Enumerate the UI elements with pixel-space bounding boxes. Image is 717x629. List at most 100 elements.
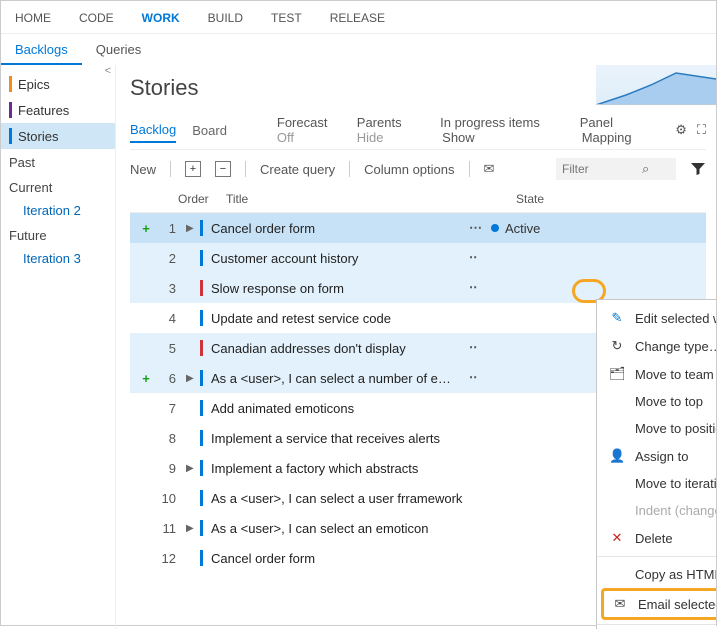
menu-move-to-iteration[interactable]: Move to iteration▸ — [597, 470, 716, 497]
expand-all-icon[interactable]: + — [185, 161, 201, 177]
row-state: Active — [505, 221, 540, 236]
inprogress-toggle[interactable]: In progress items Show — [440, 115, 564, 145]
forecast-toggle[interactable]: Forecast Off — [277, 115, 341, 145]
ellipsis-icon[interactable]: ⋅⋅ — [469, 370, 491, 386]
filter-box[interactable]: ⌕ — [556, 158, 676, 180]
sidebar-item-epics[interactable]: Epics — [1, 71, 115, 97]
ellipsis-icon[interactable]: ⋅⋅ — [469, 280, 491, 296]
row-title[interactable]: Implement a service that receives alerts — [211, 431, 469, 446]
row-title[interactable]: Update and retest service code — [211, 311, 469, 326]
parents-toggle[interactable]: Parents Hide — [357, 115, 424, 145]
row-title[interactable]: As a <user>, I can select a number of e… — [211, 371, 469, 386]
row-order: 12 — [154, 551, 186, 566]
work-item-type-icon — [200, 400, 203, 416]
add-child-icon[interactable]: + — [138, 221, 154, 236]
gear-icon[interactable]: ⚙ — [675, 122, 687, 138]
work-item-type-icon — [200, 520, 203, 536]
filter-input[interactable] — [562, 162, 642, 176]
menu-email-selected[interactable]: ✉Email selected work item(s)… — [601, 588, 716, 620]
work-item-type-icon — [200, 370, 203, 386]
sidebar-label: Epics — [18, 77, 50, 92]
work-item-type-icon — [200, 430, 203, 446]
tab-backlog[interactable]: Backlog — [130, 118, 176, 143]
view-tabs: Backlog Board Forecast Off Parents Hide … — [130, 111, 706, 149]
sidebar-item-features[interactable]: Features — [1, 97, 115, 123]
row-order: 10 — [154, 491, 186, 506]
grid-header: Order Title State — [130, 188, 706, 213]
row-title[interactable]: As a <user>, I can select a user frramew… — [211, 491, 469, 506]
chevron-right-icon[interactable]: ▶ — [186, 523, 200, 534]
menu-move-team-project[interactable]: 🗂Move to team project… — [597, 360, 716, 388]
sidebar-group-past[interactable]: Past — [1, 149, 115, 174]
column-options-button[interactable]: Column options — [364, 162, 454, 177]
topnav-work[interactable]: WORK — [128, 7, 194, 29]
collapse-all-icon[interactable]: − — [215, 161, 231, 177]
sidebar: < Epics Features Stories Past Current It… — [1, 65, 116, 629]
sidebar-label: Stories — [18, 129, 58, 144]
sidebar-iteration-3[interactable]: Iteration 3 — [1, 247, 115, 270]
swap-icon: ↻ — [609, 338, 625, 354]
state-bullet-icon — [491, 224, 499, 232]
new-button[interactable]: New — [130, 162, 156, 177]
row-order: 3 — [154, 281, 186, 296]
pencil-icon: ✎ — [609, 310, 625, 326]
sub-nav: Backlogs Queries — [1, 34, 716, 65]
ellipsis-icon[interactable]: ⋅⋅ — [469, 340, 491, 356]
row-order: 4 — [154, 311, 186, 326]
row-order: 11 — [154, 521, 186, 536]
work-item-type-icon — [200, 250, 203, 266]
work-item-type-icon — [200, 490, 203, 506]
table-row[interactable]: +2▶Customer account history⋅⋅ — [130, 243, 706, 273]
menu-move-to-top[interactable]: Move to top — [597, 388, 716, 415]
row-order: 9 — [154, 461, 186, 476]
topnav-release[interactable]: RELEASE — [316, 7, 399, 29]
topnav-build[interactable]: BUILD — [194, 7, 257, 29]
chevron-right-icon[interactable]: ▶ — [186, 223, 200, 234]
create-query-button[interactable]: Create query — [260, 162, 335, 177]
menu-change-type[interactable]: ↻Change type… — [597, 332, 716, 360]
sidebar-iteration-2[interactable]: Iteration 2 — [1, 199, 115, 222]
subnav-queries[interactable]: Queries — [82, 36, 156, 65]
topnav-code[interactable]: CODE — [65, 7, 128, 29]
search-icon[interactable]: ⌕ — [642, 161, 649, 177]
sidebar-label: Features — [18, 103, 69, 118]
topnav-home[interactable]: HOME — [1, 7, 65, 29]
row-order: 6 — [154, 371, 186, 386]
menu-move-to-position[interactable]: Move to position… — [597, 415, 716, 442]
work-item-type-icon — [200, 340, 203, 356]
row-title[interactable]: As a <user>, I can select an emoticon — [211, 521, 469, 536]
sidebar-group-current[interactable]: Current — [1, 174, 115, 199]
row-title[interactable]: Cancel order form — [211, 551, 469, 566]
filter-funnel-icon[interactable] — [690, 161, 706, 177]
panel-toggle[interactable]: Panel Mapping — [580, 115, 660, 145]
chevron-right-icon[interactable]: ▶ — [186, 463, 200, 474]
row-title[interactable]: Add animated emoticons — [211, 401, 469, 416]
fullscreen-icon[interactable]: ⛶ — [697, 122, 706, 138]
subnav-backlogs[interactable]: Backlogs — [1, 36, 82, 65]
row-title[interactable]: Canadian addresses don't display — [211, 341, 469, 356]
chevron-right-icon[interactable]: ▶ — [186, 373, 200, 384]
tab-board[interactable]: Board — [192, 119, 227, 142]
collapse-sidebar-icon[interactable]: < — [105, 65, 111, 77]
add-child-icon[interactable]: + — [138, 371, 154, 386]
menu-delete[interactable]: ✕Delete — [597, 524, 716, 552]
menu-copy-as-html[interactable]: Copy as HTML — [597, 561, 716, 588]
menu-assign-to[interactable]: 👤Assign to▸ — [597, 442, 716, 470]
row-title[interactable]: Slow response on form — [211, 281, 469, 296]
table-row[interactable]: +1▶Cancel order form⋯Active — [130, 213, 706, 243]
row-title[interactable]: Implement a factory which abstracts — [211, 461, 469, 476]
menu-edit-selected[interactable]: ✎Edit selected work item(s)… — [597, 304, 716, 332]
column-state[interactable]: State — [516, 192, 596, 206]
cumulative-flow-chart[interactable] — [596, 65, 716, 105]
row-title[interactable]: Cancel order form — [211, 221, 469, 236]
sidebar-group-future[interactable]: Future — [1, 222, 115, 247]
topnav-test[interactable]: TEST — [257, 7, 316, 29]
ellipsis-icon[interactable]: ⋅⋅ — [469, 250, 491, 266]
column-order[interactable]: Order — [178, 192, 226, 206]
row-title[interactable]: Customer account history — [211, 251, 469, 266]
sidebar-item-stories[interactable]: Stories — [1, 123, 115, 149]
ellipsis-icon[interactable]: ⋯ — [469, 220, 491, 236]
email-icon[interactable]: ✉ — [484, 161, 495, 177]
column-title[interactable]: Title — [226, 192, 516, 206]
row-order: 7 — [154, 401, 186, 416]
